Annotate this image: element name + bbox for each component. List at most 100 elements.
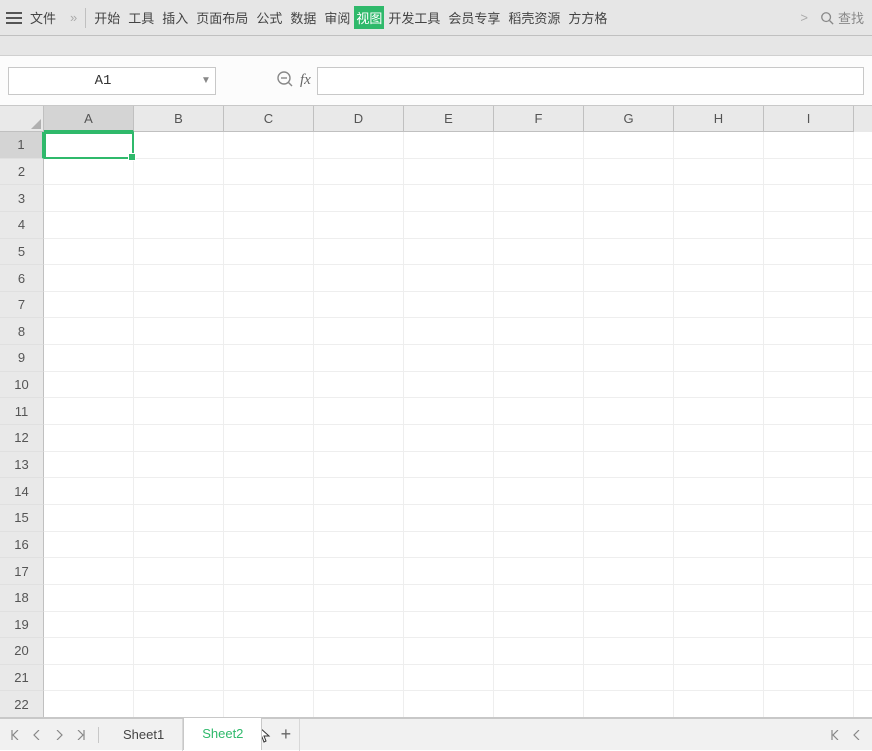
- cell[interactable]: [674, 239, 764, 266]
- cell[interactable]: [134, 292, 224, 319]
- ribbon-tab-member[interactable]: 会员专享: [444, 6, 504, 29]
- cell[interactable]: [314, 345, 404, 372]
- row-header-5[interactable]: 5: [0, 239, 44, 266]
- cell[interactable]: [674, 478, 764, 505]
- cell[interactable]: [674, 398, 764, 425]
- cell[interactable]: [44, 292, 134, 319]
- cell[interactable]: [854, 691, 872, 717]
- cell[interactable]: [764, 292, 854, 319]
- cell[interactable]: [314, 159, 404, 186]
- cell[interactable]: [584, 132, 674, 159]
- cell[interactable]: [404, 478, 494, 505]
- cell[interactable]: [584, 452, 674, 479]
- column-header-H[interactable]: H: [674, 106, 764, 132]
- cell[interactable]: [584, 691, 674, 717]
- cell-grid[interactable]: [44, 132, 872, 717]
- row-header-18[interactable]: 18: [0, 585, 44, 612]
- ribbon-tab-tools[interactable]: 工具: [124, 6, 158, 29]
- cell[interactable]: [314, 612, 404, 639]
- cell[interactable]: [854, 318, 872, 345]
- cell[interactable]: [494, 558, 584, 585]
- cell[interactable]: [44, 132, 134, 159]
- cell[interactable]: [44, 638, 134, 665]
- ribbon-tab-insert[interactable]: 插入: [158, 6, 192, 29]
- cell[interactable]: [494, 532, 584, 559]
- cell[interactable]: [674, 612, 764, 639]
- cell[interactable]: [494, 665, 584, 692]
- cell[interactable]: [224, 292, 314, 319]
- ribbon-tab-fangfang[interactable]: 方方格: [564, 6, 611, 29]
- cell[interactable]: [854, 452, 872, 479]
- cell[interactable]: [854, 398, 872, 425]
- cell[interactable]: [584, 398, 674, 425]
- fx-button[interactable]: fx: [300, 72, 311, 89]
- cell[interactable]: [854, 425, 872, 452]
- row-header-8[interactable]: 8: [0, 318, 44, 345]
- add-sheet-button[interactable]: +: [272, 719, 300, 751]
- cell[interactable]: [224, 318, 314, 345]
- column-header-G[interactable]: G: [584, 106, 674, 132]
- column-header-C[interactable]: C: [224, 106, 314, 132]
- row-header-6[interactable]: 6: [0, 265, 44, 292]
- cell[interactable]: [44, 425, 134, 452]
- cell[interactable]: [764, 185, 854, 212]
- ribbon-tab-view[interactable]: 视图: [354, 6, 384, 29]
- cell[interactable]: [404, 159, 494, 186]
- cell[interactable]: [854, 372, 872, 399]
- cell[interactable]: [854, 612, 872, 639]
- cell[interactable]: [224, 691, 314, 717]
- cell[interactable]: [494, 612, 584, 639]
- cell[interactable]: [494, 318, 584, 345]
- row-header-2[interactable]: 2: [0, 159, 44, 186]
- cell[interactable]: [854, 185, 872, 212]
- cell[interactable]: [404, 398, 494, 425]
- cell[interactable]: [764, 372, 854, 399]
- cell[interactable]: [764, 425, 854, 452]
- cell[interactable]: [764, 665, 854, 692]
- row-header-15[interactable]: 15: [0, 505, 44, 532]
- cell[interactable]: [44, 558, 134, 585]
- cell[interactable]: [584, 185, 674, 212]
- cell[interactable]: [134, 398, 224, 425]
- cell[interactable]: [134, 345, 224, 372]
- cell[interactable]: [404, 452, 494, 479]
- row-header-12[interactable]: 12: [0, 425, 44, 452]
- cell[interactable]: [584, 345, 674, 372]
- cell[interactable]: [314, 292, 404, 319]
- cell[interactable]: [674, 585, 764, 612]
- column-header-B[interactable]: B: [134, 106, 224, 132]
- cell[interactable]: [404, 505, 494, 532]
- cell[interactable]: [854, 665, 872, 692]
- cell[interactable]: [494, 425, 584, 452]
- cell[interactable]: [584, 585, 674, 612]
- cell[interactable]: [44, 398, 134, 425]
- cell[interactable]: [764, 585, 854, 612]
- cell[interactable]: [764, 398, 854, 425]
- cell[interactable]: [674, 425, 764, 452]
- cell[interactable]: [674, 345, 764, 372]
- cell[interactable]: [404, 292, 494, 319]
- cell[interactable]: [674, 132, 764, 159]
- cell[interactable]: [404, 585, 494, 612]
- cell[interactable]: [674, 185, 764, 212]
- cell[interactable]: [224, 372, 314, 399]
- cell[interactable]: [134, 505, 224, 532]
- cell[interactable]: [764, 558, 854, 585]
- cell[interactable]: [314, 665, 404, 692]
- cell[interactable]: [584, 478, 674, 505]
- cell[interactable]: [134, 452, 224, 479]
- cell[interactable]: [494, 691, 584, 717]
- cell[interactable]: [674, 452, 764, 479]
- cell[interactable]: [44, 612, 134, 639]
- cell[interactable]: [224, 532, 314, 559]
- cell[interactable]: [764, 505, 854, 532]
- cell[interactable]: [134, 425, 224, 452]
- cell[interactable]: [674, 558, 764, 585]
- column-header-E[interactable]: E: [404, 106, 494, 132]
- row-header-13[interactable]: 13: [0, 452, 44, 479]
- cell[interactable]: [314, 638, 404, 665]
- cell[interactable]: [224, 159, 314, 186]
- cell[interactable]: [314, 452, 404, 479]
- cell[interactable]: [404, 558, 494, 585]
- cell[interactable]: [494, 452, 584, 479]
